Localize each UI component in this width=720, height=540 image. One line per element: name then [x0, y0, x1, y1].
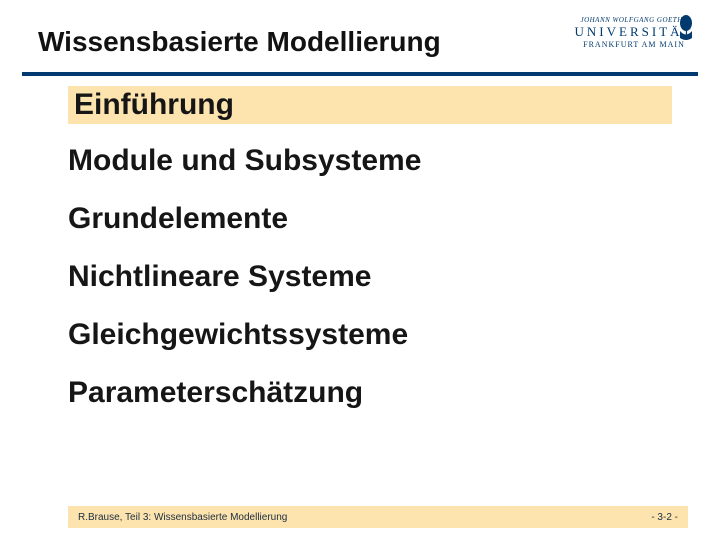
slide-header: Wissensbasierte Modellierung JOHANN WOLF… [0, 26, 720, 70]
outline-item-active: Einführung [68, 86, 672, 124]
outline-item: Module und Subsysteme [68, 144, 678, 178]
university-logo: JOHANN WOLFGANG GOETHE UNIVERSITÄT FRANK… [566, 16, 702, 49]
slide-title: Wissensbasierte Modellierung [38, 26, 441, 58]
logo-line-frankfurt: FRANKFURT AM MAIN [566, 40, 702, 49]
footer-page-number: - 3-2 - [651, 512, 678, 523]
outline-item: Parameterschätzung [68, 376, 678, 410]
outline-item: Nichtlineare Systeme [68, 260, 678, 294]
goethe-head-icon [676, 14, 696, 40]
outline-item: Gleichgewichtssysteme [68, 318, 678, 352]
outline-list: Einführung Module und Subsysteme Grundel… [68, 86, 678, 410]
outline-item: Grundelemente [68, 202, 678, 236]
header-rule [22, 72, 698, 76]
slide: Wissensbasierte Modellierung JOHANN WOLF… [0, 0, 720, 540]
slide-footer: R.Brause, Teil 3: Wissensbasierte Modell… [68, 506, 688, 528]
footer-author: R.Brause, Teil 3: Wissensbasierte Modell… [78, 512, 287, 523]
